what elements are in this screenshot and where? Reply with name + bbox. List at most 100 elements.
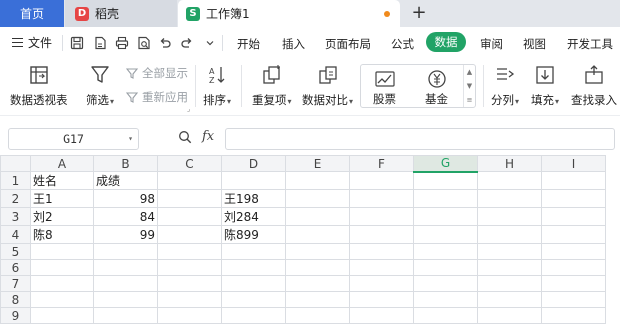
select-all-corner[interactable]: [0, 155, 31, 172]
fill-button[interactable]: 填充▾: [531, 63, 559, 108]
column-header[interactable]: A: [30, 155, 94, 172]
print-preview-icon[interactable]: [137, 36, 151, 50]
cell[interactable]: [477, 171, 542, 190]
cell[interactable]: [285, 207, 350, 226]
tab-start[interactable]: 开始: [237, 36, 260, 52]
cell[interactable]: [477, 275, 542, 292]
row-header[interactable]: 8: [0, 291, 31, 308]
cell[interactable]: [285, 225, 350, 244]
cell[interactable]: [157, 225, 222, 244]
cell[interactable]: [30, 291, 94, 308]
funds-button[interactable]: 基金: [425, 67, 448, 107]
column-header[interactable]: H: [477, 155, 542, 172]
cell[interactable]: [157, 207, 222, 226]
show-all-button[interactable]: 全部显示: [126, 65, 188, 81]
cell[interactable]: 84: [93, 207, 158, 226]
cell[interactable]: [221, 171, 286, 190]
cell[interactable]: 姓名: [30, 171, 94, 190]
column-header[interactable]: E: [285, 155, 350, 172]
cell[interactable]: [477, 291, 542, 308]
cell[interactable]: [541, 171, 606, 190]
chevron-down-icon[interactable]: ▾: [227, 97, 231, 106]
chevron-down-icon[interactable]: ▾: [555, 97, 559, 106]
column-header[interactable]: C: [157, 155, 222, 172]
cell[interactable]: [413, 275, 478, 292]
insert-function-icon[interactable]: fx: [202, 129, 214, 144]
cell[interactable]: [93, 307, 158, 324]
cell[interactable]: [349, 275, 414, 292]
data-compare-button[interactable]: 数据对比▾: [302, 63, 353, 108]
find-entry-button[interactable]: 查找录入: [571, 63, 617, 108]
cell[interactable]: [285, 189, 350, 208]
quick-access-more-icon[interactable]: [203, 36, 217, 50]
chevron-down-icon[interactable]: ▼: [467, 82, 472, 90]
cell[interactable]: [349, 291, 414, 308]
cell[interactable]: 王1: [30, 189, 94, 208]
cell[interactable]: [349, 207, 414, 226]
chevron-down-icon[interactable]: ▾: [349, 97, 353, 106]
cell[interactable]: [285, 275, 350, 292]
tab-workbook[interactable]: S 工作簿1: [178, 0, 400, 27]
row-header[interactable]: 3: [0, 207, 31, 226]
cell[interactable]: [541, 291, 606, 308]
cell[interactable]: [157, 275, 222, 292]
cell[interactable]: [157, 171, 222, 190]
chevron-down-icon[interactable]: ▾: [515, 97, 519, 106]
cell[interactable]: [541, 275, 606, 292]
cell[interactable]: [541, 189, 606, 208]
cell[interactable]: 陈8: [30, 225, 94, 244]
row-header[interactable]: 4: [0, 225, 31, 244]
formula-input[interactable]: [225, 128, 615, 150]
cell[interactable]: [93, 291, 158, 308]
cell[interactable]: [93, 275, 158, 292]
export-pdf-icon[interactable]: [93, 36, 107, 50]
cell[interactable]: [541, 225, 606, 244]
cell[interactable]: [221, 259, 286, 276]
cell[interactable]: [285, 171, 350, 190]
gallery-expand-icon[interactable]: ≡: [467, 96, 473, 104]
cell[interactable]: [221, 275, 286, 292]
cell[interactable]: [541, 243, 606, 260]
cell[interactable]: [93, 259, 158, 276]
cell[interactable]: [221, 243, 286, 260]
chevron-down-icon[interactable]: ▾: [288, 97, 292, 106]
cell[interactable]: [157, 307, 222, 324]
save-icon[interactable]: [70, 36, 84, 50]
row-header[interactable]: 5: [0, 243, 31, 260]
reapply-button[interactable]: 重新应用: [126, 89, 188, 105]
cell[interactable]: [413, 307, 478, 324]
cell[interactable]: 陈899: [221, 225, 286, 244]
cell[interactable]: [93, 243, 158, 260]
duplicates-button[interactable]: 重复项▾: [252, 63, 292, 108]
pivot-table-button[interactable]: 数据透视表: [10, 63, 68, 108]
cell[interactable]: [285, 307, 350, 324]
tab-formulas[interactable]: 公式: [391, 36, 414, 52]
cell[interactable]: [285, 243, 350, 260]
cell[interactable]: [221, 307, 286, 324]
cell[interactable]: [157, 189, 222, 208]
redo-icon[interactable]: [180, 36, 194, 50]
stocks-button[interactable]: 股票: [373, 67, 396, 107]
cell[interactable]: [541, 307, 606, 324]
cell[interactable]: 刘2: [30, 207, 94, 226]
cell[interactable]: 王198: [221, 189, 286, 208]
dialog-launcher-icon[interactable]: ⌟: [187, 105, 190, 113]
cell[interactable]: [477, 207, 542, 226]
cell[interactable]: 98: [93, 189, 158, 208]
cell[interactable]: [30, 275, 94, 292]
cell[interactable]: [541, 207, 606, 226]
cell[interactable]: [30, 259, 94, 276]
cell[interactable]: [30, 243, 94, 260]
cell[interactable]: 99: [93, 225, 158, 244]
gallery-scrollbar[interactable]: ▲ ▼ ≡: [463, 65, 475, 107]
cell[interactable]: [413, 189, 478, 208]
row-header[interactable]: 9: [0, 307, 31, 324]
column-header[interactable]: B: [93, 155, 158, 172]
cell[interactable]: [30, 307, 94, 324]
sort-button[interactable]: A Z 排序▾: [203, 63, 231, 108]
tab-review[interactable]: 审阅: [480, 36, 503, 52]
cell[interactable]: [349, 225, 414, 244]
cell[interactable]: [285, 259, 350, 276]
new-tab-button[interactable]: +: [408, 2, 430, 24]
cell[interactable]: [285, 291, 350, 308]
